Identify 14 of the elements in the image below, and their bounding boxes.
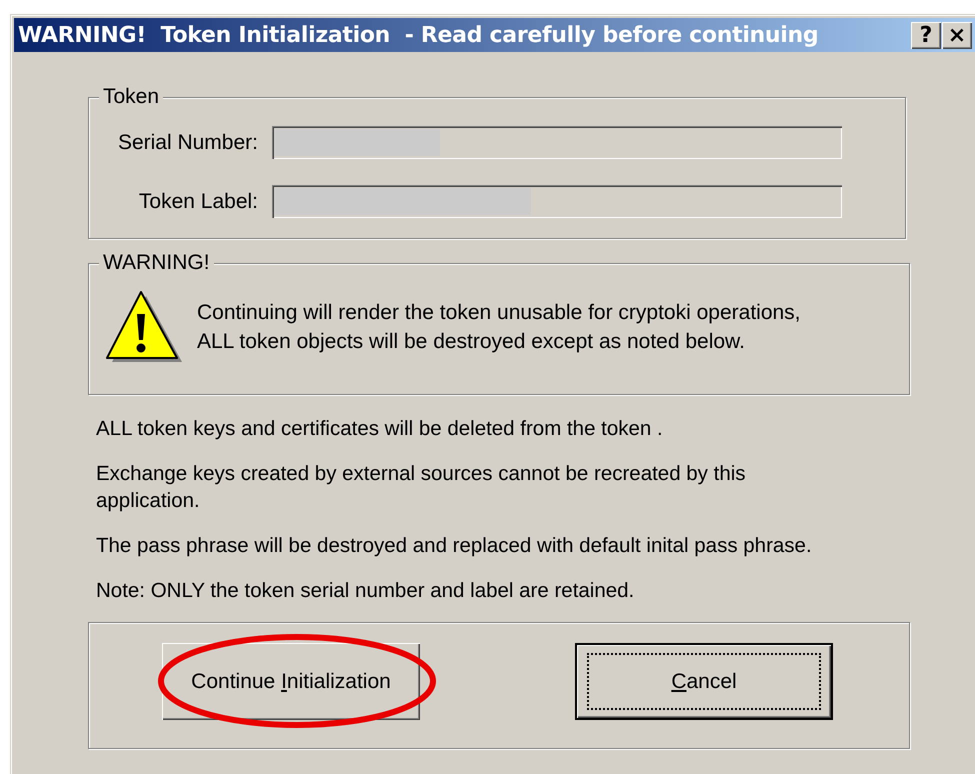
window-title: WARNING! Token Initialization - Read carefully before continuing: [18, 22, 820, 48]
close-button[interactable]: ×: [942, 22, 972, 48]
note-text: Note: ONLY the token serial number and label are retained.: [96, 578, 636, 604]
warning-icon: [103, 290, 183, 364]
field-label: Token Label:: [138, 190, 259, 214]
field-label: Serial Number:: [116, 130, 259, 154]
warning-text: Continuing will render the token unusable for cryptoki operations,: [197, 300, 801, 326]
note-text: Exchange keys created by external sources cannot be recreated by this application.: [96, 461, 747, 514]
help-button[interactable]: ?: [911, 22, 941, 48]
note-text: ALL token keys and certificates will be deleted from the token .: [96, 416, 664, 442]
continue-button[interactable]: Continue Initialization: [162, 643, 420, 720]
warning-text: ALL token objects will be destroyed except as noted below.: [197, 329, 746, 355]
cancel-button[interactable]: Cancel: [575, 643, 833, 720]
note-text: The pass phrase will be destroyed and replaced with default inital pass phrase.: [96, 533, 813, 559]
